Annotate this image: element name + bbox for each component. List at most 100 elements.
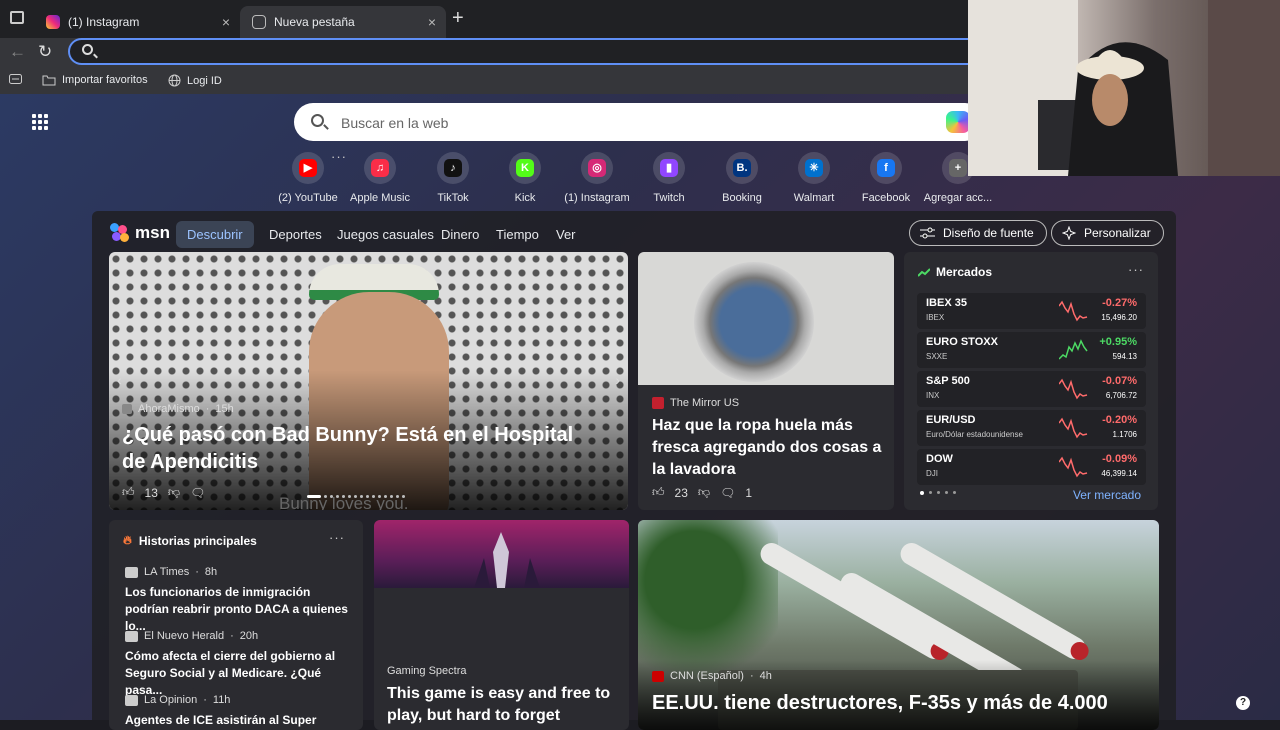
market-symbol: INX <box>926 391 940 400</box>
story-title[interactable]: Los funcionarios de inmigración podrían … <box>125 584 351 635</box>
see-market-link[interactable]: Ver mercado <box>1073 488 1141 502</box>
military-news-card[interactable]: CNN (Español) · 4h EE.UU. tiene destruct… <box>638 520 1159 730</box>
quick-link-logo-icon: ♫ <box>364 152 396 184</box>
web-search-box[interactable]: Buscar en la web <box>294 103 984 141</box>
market-change: -0.07% <box>1102 375 1137 387</box>
market-row[interactable]: EURO STOXX SXXE +0.95% 594.13 <box>917 332 1146 368</box>
window-menu-icon[interactable] <box>10 11 24 24</box>
hero-news-card[interactable]: ‹ › AhoraMismo · 15h ¿Qué pasó con Bad B… <box>109 252 628 510</box>
market-row[interactable]: IBEX 35 IBEX -0.27% 15,496.20 <box>917 293 1146 329</box>
game-headline[interactable]: This game is easy and free to play, but … <box>387 683 623 727</box>
bookmark-import-favorites[interactable]: Importar favoritos <box>42 74 148 86</box>
new-tab-page-icon <box>252 15 266 29</box>
source-logo-icon <box>125 694 138 706</box>
markets-header[interactable]: Mercados <box>918 265 992 279</box>
quick-link-label: Kick <box>514 192 536 204</box>
source-name: AhoraMismo <box>138 403 200 415</box>
tab-title: Nueva pestaña <box>274 15 355 29</box>
tab-title: (1) Instagram <box>68 15 140 29</box>
source-time: 15h <box>215 403 234 415</box>
quick-link-logo-icon: B. <box>726 152 758 184</box>
source-time: 4h <box>759 670 772 682</box>
more-options-icon[interactable]: ··· <box>1128 262 1144 277</box>
laundry-news-card[interactable]: The Mirror US Haz que la ropa huela más … <box>638 252 894 510</box>
market-row[interactable]: S&P 500 INX -0.07% 6,706.72 <box>917 371 1146 407</box>
back-arrow-icon[interactable]: ← <box>9 42 26 62</box>
hero-headline[interactable]: ¿Qué pasó con Bad Bunny? Está en el Hosp… <box>122 422 602 476</box>
quick-link-tiktok[interactable]: ♪ TikTok <box>417 152 489 204</box>
news-source: CNN (Español) · 4h <box>652 670 772 682</box>
msn-logo[interactable]: msn <box>110 223 170 243</box>
news-headline[interactable]: EE.UU. tiene destructores, F-35s y más d… <box>652 690 1152 716</box>
comment-count: 1 <box>745 485 753 500</box>
tab-new-tab[interactable]: Nueva pestaña × <box>240 6 446 38</box>
tab-deportes[interactable]: Deportes <box>269 227 322 242</box>
tab-instagram[interactable]: (1) Instagram × <box>34 6 240 38</box>
tab-dinero[interactable]: Dinero <box>441 227 479 242</box>
reading-list-icon[interactable] <box>9 74 22 84</box>
close-icon[interactable]: × <box>222 14 230 30</box>
markets-pager[interactable] <box>920 491 956 495</box>
app-launcher-icon[interactable] <box>32 114 48 130</box>
comment-icon[interactable]: 🗨︎ <box>190 486 205 500</box>
like-count: 13 <box>144 485 158 500</box>
market-row[interactable]: DOW DJI -0.09% 46,399.14 <box>917 449 1146 485</box>
webcam-overlay <box>968 0 1280 176</box>
quick-link-walmart[interactable]: ✳ Walmart <box>778 152 850 204</box>
sparkline-up <box>1059 339 1088 360</box>
like-icon[interactable]: 👍︎ <box>652 485 665 500</box>
market-row[interactable]: EUR/USD Euro/Dólar estadounidense -0.20% 1.… <box>917 410 1146 446</box>
prev-arrow-icon[interactable]: ‹ <box>117 372 122 388</box>
address-bar[interactable] <box>68 38 988 65</box>
next-arrow-icon[interactable]: › <box>615 372 620 388</box>
new-tab-button[interactable]: + <box>452 7 464 30</box>
bookmark-label: Logi ID <box>187 74 222 87</box>
top-stories-card: 🔥︎ Historias principales ··· LA Times · 8h… <box>109 520 363 730</box>
tab-ver[interactable]: Ver <box>556 227 576 242</box>
quick-link-facebook[interactable]: f Facebook <box>850 152 922 204</box>
market-change: -0.27% <box>1102 297 1137 309</box>
bookmark-logi-id[interactable]: Logi ID <box>168 74 222 87</box>
market-change: -0.09% <box>1102 453 1137 465</box>
market-price: 594.13 <box>1112 352 1137 361</box>
quick-link-logo-icon: ▮ <box>653 152 685 184</box>
close-icon[interactable]: × <box>428 14 436 30</box>
tab-descubrir[interactable]: Descubrir <box>176 221 254 248</box>
sparkline-down <box>1059 417 1088 439</box>
more-options-icon[interactable]: ··· <box>329 530 345 545</box>
market-change: +0.95% <box>1099 336 1137 348</box>
tab-juegos-casuales[interactable]: Juegos casuales <box>337 227 434 242</box>
comment-icon[interactable]: 🗨︎ <box>720 486 735 500</box>
reload-icon[interactable]: ↻ <box>38 42 52 62</box>
wash-headline[interactable]: Haz que la ropa huela más fresca agregan… <box>652 415 888 481</box>
source-name: CNN (Español) <box>670 670 744 682</box>
font-design-button[interactable]: Diseño de fuente <box>909 220 1047 246</box>
game-image <box>374 520 629 588</box>
story-title[interactable]: Cómo afecta el cierre del gobierno al Se… <box>125 648 351 699</box>
quick-link-kick[interactable]: K Kick <box>489 152 561 204</box>
quick-link-apple-music[interactable]: ♫ Apple Music <box>344 152 416 204</box>
game-news-card[interactable]: Gaming Spectra This game is easy and fre… <box>374 520 629 730</box>
copilot-icon[interactable] <box>946 111 970 133</box>
story-title[interactable]: Agentes de ICE asistirán al Super Bowl..… <box>125 712 351 730</box>
quick-link-twitch[interactable]: ▮ Twitch <box>633 152 705 204</box>
quick-link-1-instagram[interactable]: ◎ (1) Instagram <box>561 152 633 204</box>
tab-tiempo[interactable]: Tiempo <box>496 227 539 242</box>
story-source: La Opinion · 11h <box>125 694 230 706</box>
more-options-icon[interactable]: ··· <box>331 149 347 164</box>
sparkle-icon <box>1062 226 1076 240</box>
dislike-icon[interactable]: 👎︎ <box>698 485 710 500</box>
quick-link-booking[interactable]: B. Booking <box>706 152 778 204</box>
image-caption: Bunny loves you. <box>279 494 409 510</box>
market-symbol: SXXE <box>926 352 948 361</box>
quick-link-label: (2) YouTube <box>278 192 338 204</box>
washing-machine-image <box>638 252 894 385</box>
help-icon[interactable]: ? <box>1236 696 1250 710</box>
game-source: Gaming Spectra <box>387 665 467 677</box>
customize-button[interactable]: Personalizar <box>1051 220 1164 246</box>
like-icon[interactable]: 👍︎ <box>122 485 135 500</box>
dislike-icon[interactable]: 👎︎ <box>168 485 180 500</box>
sparkline-down <box>1059 300 1088 322</box>
quick-link-logo-icon: K <box>509 152 541 184</box>
source-name: The Mirror US <box>670 397 740 409</box>
